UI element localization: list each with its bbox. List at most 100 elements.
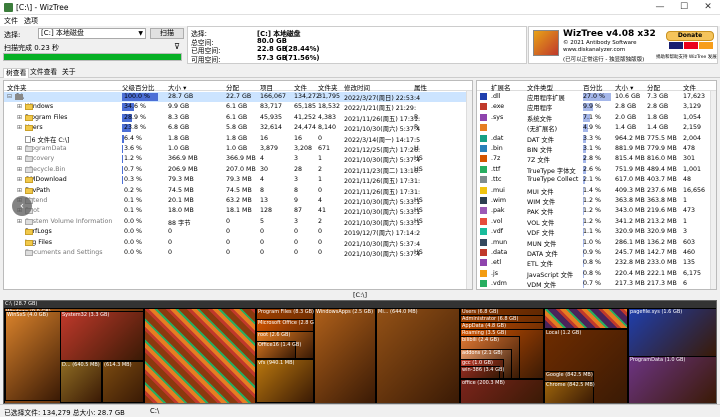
treemap-block[interactable]: Mi... (644.0 MB) [376,308,460,404]
type-cell-ext: .pak [491,207,505,214]
treemap-block[interactable]: System32 (3.3 GB) [60,311,144,361]
types-column-header[interactable]: 扩展名 [491,82,511,92]
tree-cell-folders: 0 [318,239,322,246]
file-type-row[interactable]: (无扩展名)4.9 %1.4 GB1.4 GB2,159 [477,123,716,133]
tree-column-header[interactable]: 文件夹 [7,82,27,92]
file-type-row[interactable]: .ttcTrueType Collect2.1 %617.0 MB403.7 M… [477,175,716,185]
tree-row[interactable]: PerfLogs0.0 %000002019/12/7(周六) 17:14:2 [4,227,472,237]
treemap-block[interactable]: ProgramData (1.0 GB) [628,356,717,404]
types-column-header[interactable]: 百分比 [583,82,603,92]
file-type-row[interactable]: .dataDATA 文件0.9 %245.7 MB142.7 MB460 [477,248,716,258]
filter-icon[interactable]: ⊽ [172,42,182,52]
file-type-row[interactable]: .muiMUI 文件1.4 %409.3 MB237.6 MB16,656 [477,186,716,196]
file-type-row[interactable]: .ttfTrueType 字体文2.6 %751.9 MB489.4 MB1,0… [477,165,716,175]
file-type-row[interactable]: .etlETL 文件0.8 %232.8 MB233.0 MB135 [477,258,716,268]
treemap-block[interactable]: Chrome (842.5 MB) [544,381,594,404]
tree-row[interactable]: ⊟C:\100.0 %28.7 GB22.7 GB166,067134,2723… [4,92,472,102]
file-type-row[interactable]: .wimWIM 文件1.2 %363.8 MB363.8 MB1 [477,196,716,206]
types-scrollbar[interactable] [710,91,716,289]
file-type-row[interactable]: .7z7Z 文件2.8 %815.4 MB816.0 MB301 [477,154,716,164]
donate-button[interactable]: Donate [666,31,714,41]
tree-row[interactable]: ⊞$Recycle.Bin0.7 %206.9 MB207.0 MB302822… [4,165,472,175]
menu-options[interactable]: 选项 [24,16,38,26]
menu-file[interactable]: 文件 [4,16,18,26]
tree-row[interactable]: Documents and Settings0.0 %000002021/10/… [4,248,472,258]
tree-column-header[interactable]: 项目 [260,82,273,92]
tree-scrollbar[interactable] [466,91,472,289]
expand-toggle-icon[interactable]: ⊞ [17,176,23,183]
file-type-row[interactable]: .sys系统文件7.1 %2.0 GB1.8 GB1,054 [477,113,716,123]
treemap-block[interactable]: vfs (940.1 MB) [256,359,314,403]
back-nav-button[interactable]: ‹ [12,196,32,216]
expand-toggle-icon[interactable]: ⊞ [17,155,23,162]
types-column-header[interactable]: 文件 [683,82,696,92]
file-type-row[interactable]: .pakPAK 文件1.2 %343.0 MB219.6 MB473 [477,206,716,216]
tree-row[interactable]: Log Files0.0 %000002021/10/30(周六) 5:37:4 [4,238,472,248]
tree-row[interactable]: ⊞Recovery1.2 %366.9 MB366.9 MB4312021/10… [4,154,472,164]
tree-cell-items: 5 [260,218,264,225]
file-type-row[interactable]: .vdfVDF 文件1.1 %320.9 MB320.9 MB3 [477,227,716,237]
treemap-file-cluster[interactable] [544,308,628,329]
type-cell-pct: 0.8 % [583,259,601,266]
tree-row[interactable]: ⊞Windows34.6 %9.9 GB6.1 GB83,71765,18518… [4,102,472,112]
treemap-block[interactable]: office (200.3 MB) [460,379,544,404]
expand-toggle-icon[interactable]: ⊞ [17,114,23,121]
tab-about[interactable]: 关于 [60,68,78,78]
minimize-button[interactable]: — [648,0,672,15]
treemap-block[interactable]: WinSxS (4.0 GB) [5,311,61,401]
tree-row[interactable]: ⊞Program Files28.9 %8.3 GB6.1 GB45,93541… [4,113,472,123]
expand-toggle-icon[interactable]: ⊞ [17,166,23,173]
treemap-block[interactable]: pagefile.sys (1.6 GB) [628,308,717,358]
tab-tree-view[interactable]: 树查看 [3,68,29,78]
folder-icon [25,156,33,162]
treemap-block[interactable]: D... (640.5 MB) [60,361,102,403]
treemap-file-cluster[interactable] [144,308,256,404]
expand-toggle-icon[interactable]: ⊞ [17,145,23,152]
file-type-row[interactable]: .munMUN 文件1.0 %286.1 MB136.2 MB603 [477,238,716,248]
tree-row[interactable]: ⊞DrvPath0.2 %74.5 MB74.5 MB8802021/11/26… [4,186,472,196]
drive-select[interactable]: [C:] 本地磁盘 ▼ [38,28,146,39]
file-type-row[interactable]: .vdmVDM 文件0.7 %217.3 MB217.3 MB6 [477,279,716,289]
treemap-block[interactable]: Office16 (1.4 GB) [256,341,296,359]
tree-row[interactable]: ⊞QMDownload0.3 %79.3 MB79.3 MB4312021/11… [4,175,472,185]
close-button[interactable]: ✕ [696,0,720,15]
tree-row[interactable]: ⊞ProgramData3.6 %1.0 GB1.0 GB3,8793,2086… [4,144,472,154]
treemap-block[interactable]: win-386 (3.4 GB) [460,366,500,379]
tree-column-header[interactable]: 文件夹 [318,82,338,92]
file-type-row[interactable]: .exe应用程序9.9 %2.8 GB2.8 GB3,129 [477,102,716,112]
types-column-header[interactable]: 分配 [647,82,660,92]
tree-column-header[interactable]: 父级百分比 [122,82,155,92]
file-type-row[interactable]: .jsJavaScript 文件0.8 %220.4 MB222.1 MB6,1… [477,269,716,279]
tree-column-header[interactable]: 修改时间 [344,82,370,92]
treemap-block[interactable]: WindowsApps (2.5 GB) [314,308,376,404]
tree-column-header[interactable]: 文件 [294,82,307,92]
tree-column-header[interactable]: 属性 [414,82,427,92]
types-column-header[interactable]: 大小 ▾ [615,82,633,92]
expand-toggle-icon[interactable]: ⊞ [17,187,23,194]
file-type-row[interactable]: .dll应用程序扩展27.0 %10.6 GB7.3 GB17,623 [477,92,716,102]
tree-row[interactable]: ⊞System Volume Information0.0 %88 字节0532… [4,217,472,227]
tree-row[interactable]: [16 文件在 C:\]6.4 %1.8 GB1.8 GB161602022/3… [4,134,472,144]
treemap-block-label: Microsoft Office (2.8 GB) [258,320,319,326]
types-column-header[interactable]: 文件类型 [527,82,553,92]
tab-file-view[interactable]: 文件查看 [28,68,59,78]
tree-column-header[interactable]: 分配 [226,82,239,92]
type-cell-files: 478 [683,145,695,152]
maximize-button[interactable]: ☐ [672,0,696,15]
treemap-root[interactable]: C:\ (28.7 GB) [4,301,716,308]
expand-toggle-icon[interactable]: ⊞ [17,218,23,225]
tree-row[interactable]: ⊞Boot0.1 %18.0 MB18.1 MB12887412021/10/3… [4,206,472,216]
tree-column-header[interactable]: 大小 ▾ [168,82,186,92]
tree-row[interactable]: ⊞Sbtend0.1 %20.1 MB63.2 MB13942021/10/30… [4,196,472,206]
expand-toggle-icon[interactable]: ⊟ [7,93,13,100]
file-type-row[interactable]: .datDAT 文件3.3 %964.2 MB775.5 MB2,004 [477,134,716,144]
website-link[interactable]: www.diskanalyzer.com [563,47,625,53]
treemap[interactable]: C:\ (28.7 GB) Windows (9.9 GB)WinSxS (4.… [3,300,717,404]
expand-toggle-icon[interactable]: ⊞ [17,103,23,110]
tree-row[interactable]: ⊞Users23.8 %6.8 GB5.8 GB32,61424,4748,14… [4,123,472,133]
file-type-row[interactable]: .binBIN 文件3.1 %881.9 MB779.9 MB478 [477,144,716,154]
treemap-block[interactable]: (614.3 MB) [102,361,144,403]
expand-toggle-icon[interactable]: ⊞ [17,124,23,131]
scan-button[interactable]: 扫描 [150,28,184,39]
file-type-row[interactable]: .volVOL 文件1.2 %341.2 MB213.2 MB1 [477,217,716,227]
